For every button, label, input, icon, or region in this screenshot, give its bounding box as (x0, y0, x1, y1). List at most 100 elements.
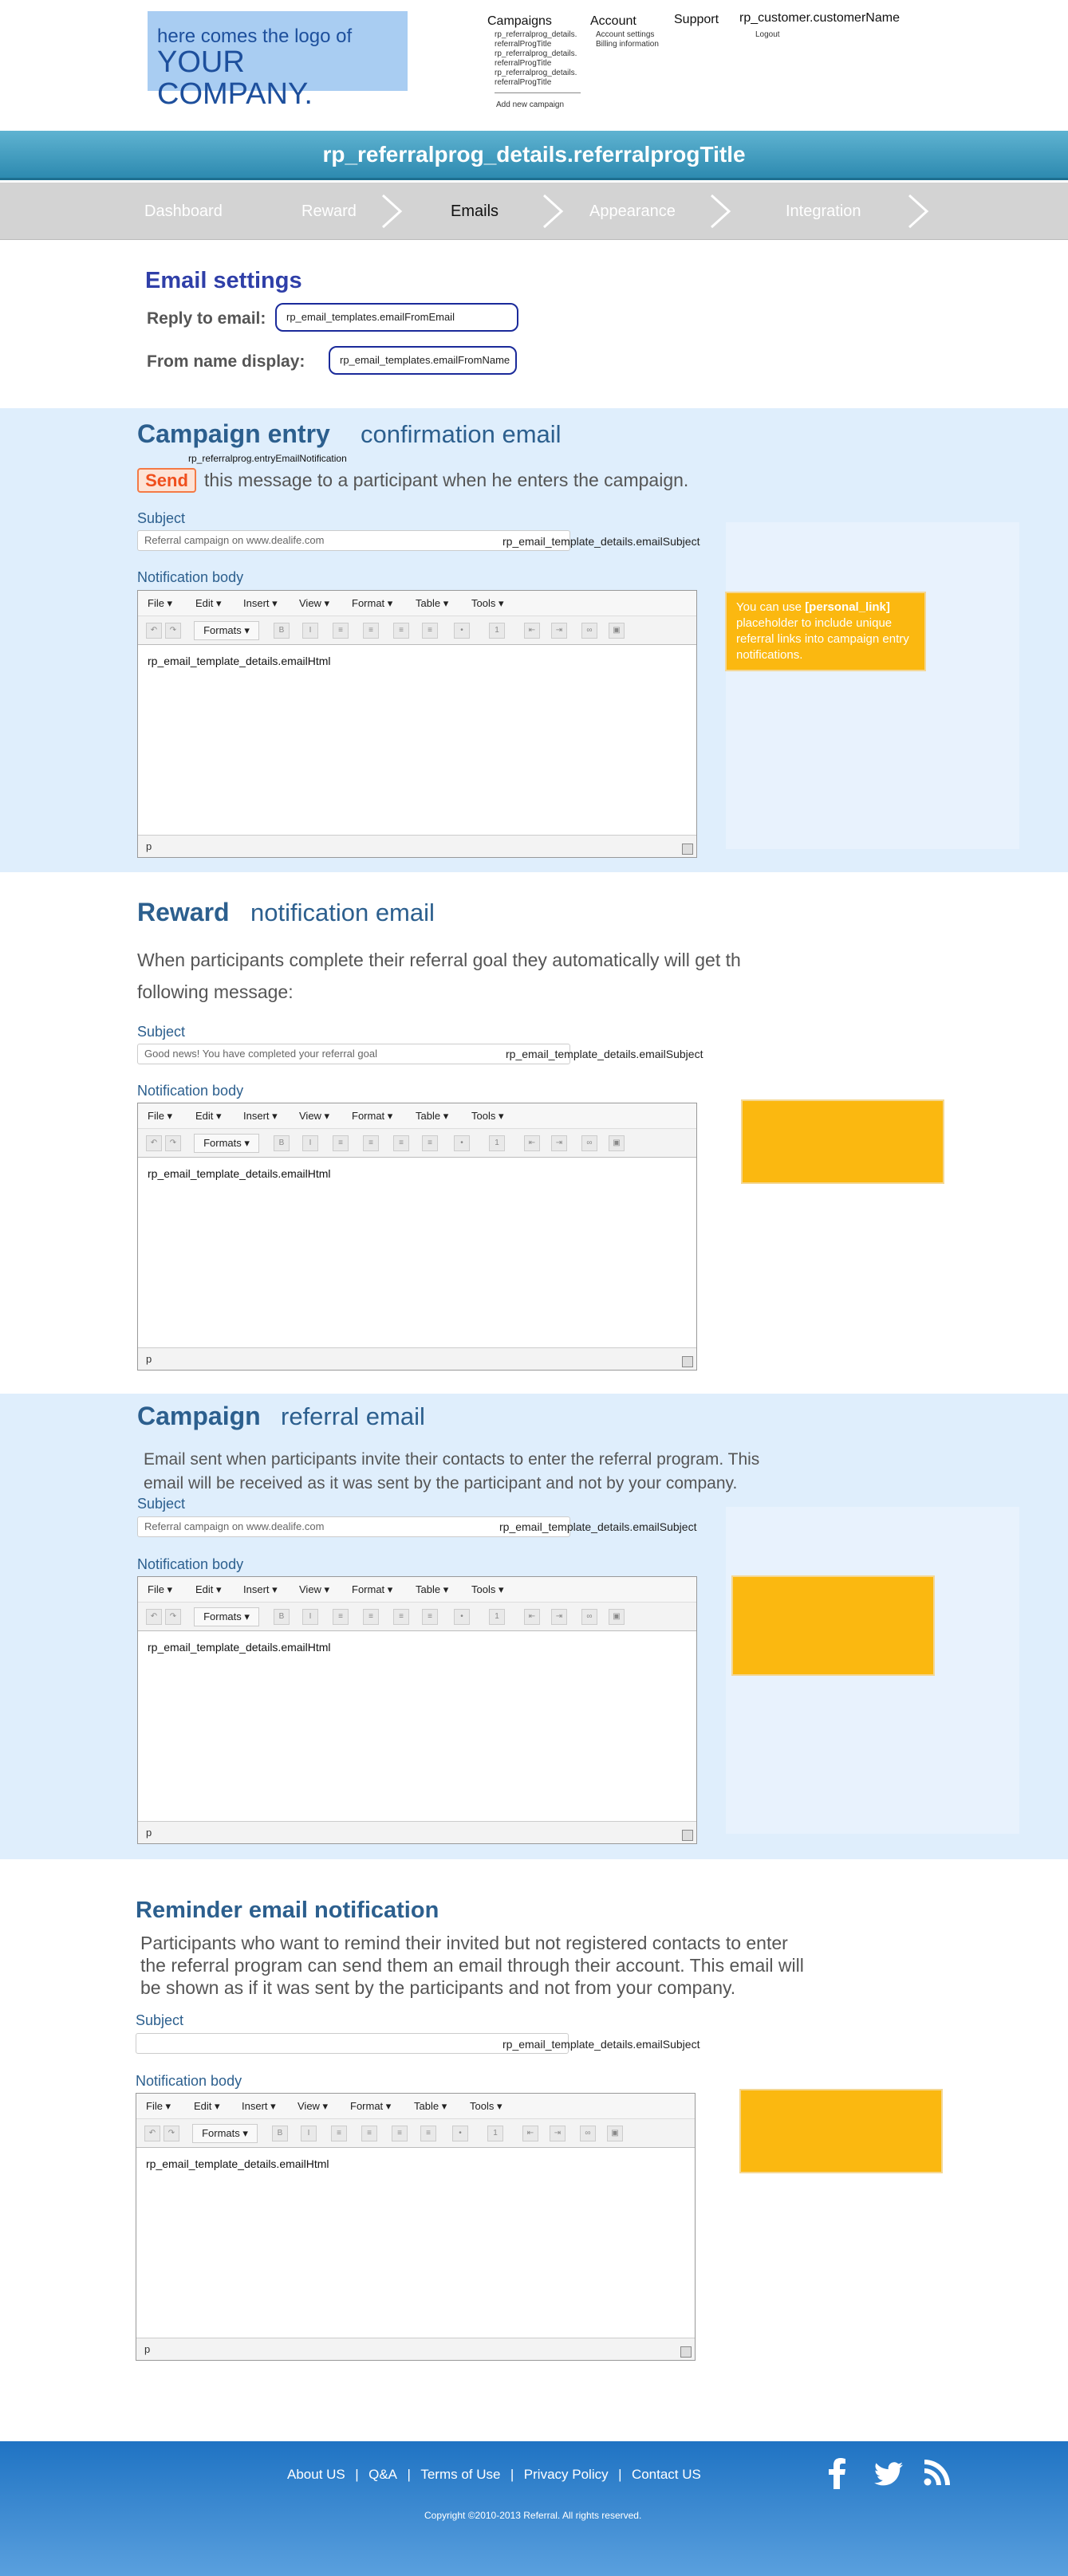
footer-link-contact[interactable]: Contact US (632, 2467, 701, 2482)
bold-icon[interactable]: B (274, 1609, 290, 1625)
resize-handle-icon[interactable] (682, 1356, 693, 1367)
align-right-icon[interactable]: ≡ (393, 623, 409, 639)
italic-icon[interactable]: I (302, 623, 318, 639)
justify-icon[interactable]: ≡ (420, 2126, 436, 2141)
twitter-icon[interactable] (874, 2462, 903, 2486)
resize-handle-icon[interactable] (682, 1830, 693, 1841)
menu-table[interactable]: Table ▾ (416, 1103, 448, 1129)
send-toggle-button[interactable]: Send (137, 468, 196, 493)
undo-icon[interactable]: ↶ (144, 2126, 160, 2141)
justify-icon[interactable]: ≡ (422, 623, 438, 639)
bullet-list-icon[interactable]: • (454, 623, 470, 639)
formats-dropdown[interactable]: Formats ▾ (194, 1134, 259, 1153)
campaign-item[interactable]: referralProgTitle (495, 59, 577, 69)
undo-icon[interactable]: ↶ (146, 1135, 162, 1151)
account-settings-link[interactable]: Account settings (596, 30, 659, 40)
align-left-icon[interactable]: ≡ (333, 1609, 349, 1625)
redo-icon[interactable]: ↷ (165, 1135, 181, 1151)
menu-view[interactable]: View ▾ (298, 2094, 328, 2119)
footer-link-terms[interactable]: Terms of Use (420, 2467, 500, 2482)
menu-edit[interactable]: Edit ▾ (195, 591, 222, 616)
link-icon[interactable]: ∞ (581, 1135, 597, 1151)
formats-dropdown[interactable]: Formats ▾ (194, 621, 259, 640)
billing-link[interactable]: Billing information (596, 40, 659, 49)
editor-content[interactable]: rp_email_template_details.emailHtml (138, 1158, 696, 1190)
customer-name[interactable]: rp_customer.customerName (739, 11, 900, 26)
menu-format[interactable]: Format ▾ (352, 1103, 392, 1129)
logout-link[interactable]: Logout (755, 30, 780, 40)
entry-body-editor[interactable]: File ▾ Edit ▾ Insert ▾ View ▾ Format ▾ T… (137, 590, 697, 858)
menu-insert[interactable]: Insert ▾ (243, 1103, 278, 1129)
menu-edit[interactable]: Edit ▾ (195, 1103, 222, 1129)
undo-icon[interactable]: ↶ (146, 623, 162, 639)
step-appearance[interactable]: Appearance (589, 183, 676, 240)
align-right-icon[interactable]: ≡ (392, 2126, 408, 2141)
bullet-list-icon[interactable]: • (452, 2126, 468, 2141)
editor-content[interactable]: rp_email_template_details.emailHtml (136, 2148, 695, 2180)
editor-content[interactable]: rp_email_template_details.emailHtml (138, 645, 696, 677)
menu-table[interactable]: Table ▾ (416, 591, 448, 616)
image-icon[interactable]: ▣ (607, 2126, 623, 2141)
undo-icon[interactable]: ↶ (146, 1609, 162, 1625)
referral-body-editor[interactable]: File ▾ Edit ▾ Insert ▾ View ▾ Format ▾ T… (137, 1576, 697, 1844)
redo-icon[interactable]: ↷ (164, 2126, 179, 2141)
outdent-icon[interactable]: ⇤ (524, 1135, 540, 1151)
indent-icon[interactable]: ⇥ (550, 2126, 566, 2141)
menu-edit[interactable]: Edit ▾ (194, 2094, 220, 2119)
formats-dropdown[interactable]: Formats ▾ (194, 1607, 259, 1626)
menu-file[interactable]: File ▾ (148, 1577, 172, 1603)
numbered-list-icon[interactable]: 1 (489, 1135, 505, 1151)
rss-icon[interactable] (924, 2459, 951, 2486)
bold-icon[interactable]: B (274, 1135, 290, 1151)
facebook-icon[interactable] (829, 2457, 846, 2489)
menu-view[interactable]: View ▾ (299, 1577, 329, 1603)
footer-link-qa[interactable]: Q&A (368, 2467, 397, 2482)
bold-icon[interactable]: B (272, 2126, 288, 2141)
menu-edit[interactable]: Edit ▾ (195, 1577, 222, 1603)
numbered-list-icon[interactable]: 1 (489, 1609, 505, 1625)
menu-tools[interactable]: Tools ▾ (470, 2094, 502, 2119)
nav-campaigns[interactable]: Campaigns (487, 14, 552, 29)
step-emails[interactable]: Emails (451, 183, 499, 240)
italic-icon[interactable]: I (301, 2126, 317, 2141)
outdent-icon[interactable]: ⇤ (522, 2126, 538, 2141)
reply-to-email-field[interactable]: rp_email_templates.emailFromEmail (275, 303, 518, 332)
menu-tools[interactable]: Tools ▾ (471, 1103, 504, 1129)
outdent-icon[interactable]: ⇤ (524, 623, 540, 639)
menu-file[interactable]: File ▾ (146, 2094, 171, 2119)
from-name-field[interactable]: rp_email_templates.emailFromName (329, 346, 517, 375)
menu-format[interactable]: Format ▾ (352, 591, 392, 616)
campaign-item[interactable]: referralProgTitle (495, 78, 577, 88)
bullet-list-icon[interactable]: • (454, 1609, 470, 1625)
align-left-icon[interactable]: ≡ (333, 1135, 349, 1151)
menu-view[interactable]: View ▾ (299, 1103, 329, 1129)
align-center-icon[interactable]: ≡ (363, 623, 379, 639)
nav-account[interactable]: Account (590, 14, 636, 29)
menu-file[interactable]: File ▾ (148, 1103, 172, 1129)
numbered-list-icon[interactable]: 1 (489, 623, 505, 639)
align-left-icon[interactable]: ≡ (333, 623, 349, 639)
justify-icon[interactable]: ≡ (422, 1609, 438, 1625)
numbered-list-icon[interactable]: 1 (487, 2126, 503, 2141)
menu-view[interactable]: View ▾ (299, 591, 329, 616)
indent-icon[interactable]: ⇥ (551, 1135, 567, 1151)
link-icon[interactable]: ∞ (580, 2126, 596, 2141)
align-right-icon[interactable]: ≡ (393, 1609, 409, 1625)
link-icon[interactable]: ∞ (581, 1609, 597, 1625)
campaign-item[interactable]: rp_referralprog_details. (495, 49, 577, 59)
outdent-icon[interactable]: ⇤ (524, 1609, 540, 1625)
bold-icon[interactable]: B (274, 623, 290, 639)
indent-icon[interactable]: ⇥ (551, 623, 567, 639)
campaign-item[interactable]: rp_referralprog_details. (495, 30, 577, 40)
add-campaign-link[interactable]: Add new campaign (496, 100, 564, 110)
step-integration[interactable]: Integration (786, 183, 861, 240)
campaign-item[interactable]: rp_referralprog_details. (495, 69, 577, 78)
indent-icon[interactable]: ⇥ (551, 1609, 567, 1625)
campaign-item[interactable]: referralProgTitle (495, 40, 577, 49)
menu-file[interactable]: File ▾ (148, 591, 172, 616)
step-dashboard[interactable]: Dashboard (144, 183, 223, 240)
step-reward[interactable]: Reward (301, 183, 357, 240)
align-center-icon[interactable]: ≡ (363, 1609, 379, 1625)
menu-table[interactable]: Table ▾ (414, 2094, 447, 2119)
align-center-icon[interactable]: ≡ (363, 1135, 379, 1151)
